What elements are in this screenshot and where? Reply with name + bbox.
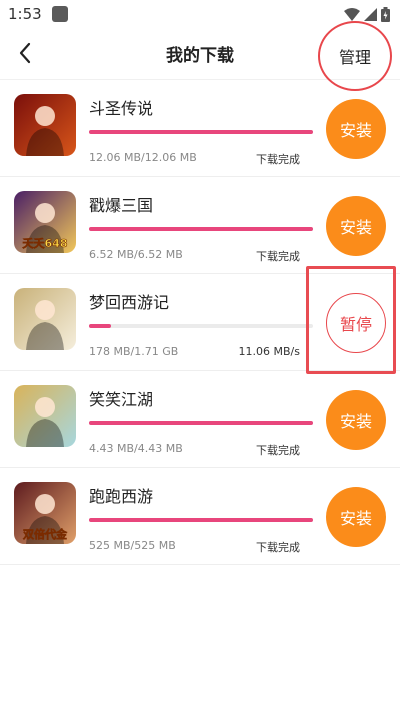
download-item: 斗圣传说 12.06 MB/12.06 MB 下载完成 安装: [0, 80, 400, 177]
download-item: 夭夭648 戳爆三国 6.52 MB/6.52 MB 下载完成 安装: [0, 177, 400, 274]
download-speed: 11.06 MB/s: [238, 345, 300, 358]
install-button[interactable]: 安装: [326, 487, 386, 547]
game-name: 梦回西游记: [89, 293, 170, 312]
signal-icon: [364, 7, 377, 21]
game-name: 笑笑江湖: [89, 390, 154, 409]
game-icon[interactable]: 双倍代金: [14, 482, 76, 544]
progress-fill: [89, 227, 313, 231]
progress-bar: [89, 227, 313, 231]
wifi-icon: [344, 7, 360, 21]
app-notification-icon: [51, 6, 68, 22]
download-status: 下载完成: [256, 153, 300, 166]
game-name: 斗圣传说: [89, 99, 154, 118]
install-button[interactable]: 安装: [326, 196, 386, 256]
progress-fill: [89, 130, 313, 134]
game-name: 跑跑西游: [89, 487, 154, 506]
download-status: 下载完成: [256, 444, 300, 457]
download-list: 斗圣传说 12.06 MB/12.06 MB 下载完成 安装 夭夭648 戳爆三…: [0, 80, 400, 565]
download-size: 6.52 MB/6.52 MB: [89, 248, 183, 261]
game-name: 戳爆三国: [89, 196, 154, 215]
download-item: 双倍代金 跑跑西游 525 MB/525 MB 下载完成 安装: [0, 468, 400, 565]
download-status: 下载完成: [256, 541, 300, 554]
progress-fill: [89, 518, 313, 522]
download-size: 178 MB/1.71 GB: [89, 345, 179, 358]
game-icon[interactable]: [14, 94, 76, 156]
install-button[interactable]: 安装: [326, 390, 386, 450]
download-item: 梦回西游记 178 MB/1.71 GB 11.06 MB/s 暂停: [0, 266, 400, 374]
pause-button[interactable]: 暂停: [326, 293, 386, 353]
page-title: 我的下载: [166, 46, 234, 66]
game-icon[interactable]: [14, 288, 76, 350]
progress-bar: [89, 518, 313, 522]
download-size: 12.06 MB/12.06 MB: [89, 151, 197, 164]
status-left: 1:53: [8, 5, 68, 23]
download-item: 笑笑江湖 4.43 MB/4.43 MB 下载完成 安装: [0, 371, 400, 468]
download-size: 4.43 MB/4.43 MB: [89, 442, 183, 455]
icon-label-text: 双倍代金: [23, 527, 68, 541]
icon-label-text: 夭夭648: [22, 237, 68, 250]
install-button[interactable]: 安装: [326, 99, 386, 159]
progress-bar: [89, 324, 313, 328]
game-icon[interactable]: 夭夭648: [14, 191, 76, 253]
back-button[interactable]: [8, 36, 42, 70]
status-right: [344, 6, 390, 22]
download-status: 下载完成: [256, 250, 300, 263]
progress-fill: [89, 421, 313, 425]
header: 我的下载 管理: [0, 21, 400, 91]
game-icon[interactable]: [14, 385, 76, 447]
progress-bar: [89, 130, 313, 134]
status-time: 1:53: [8, 5, 42, 23]
download-size: 525 MB/525 MB: [89, 539, 176, 552]
progress-bar: [89, 421, 313, 425]
back-arrow-icon: [19, 42, 31, 64]
battery-icon: [381, 6, 390, 22]
progress-fill: [89, 324, 112, 328]
